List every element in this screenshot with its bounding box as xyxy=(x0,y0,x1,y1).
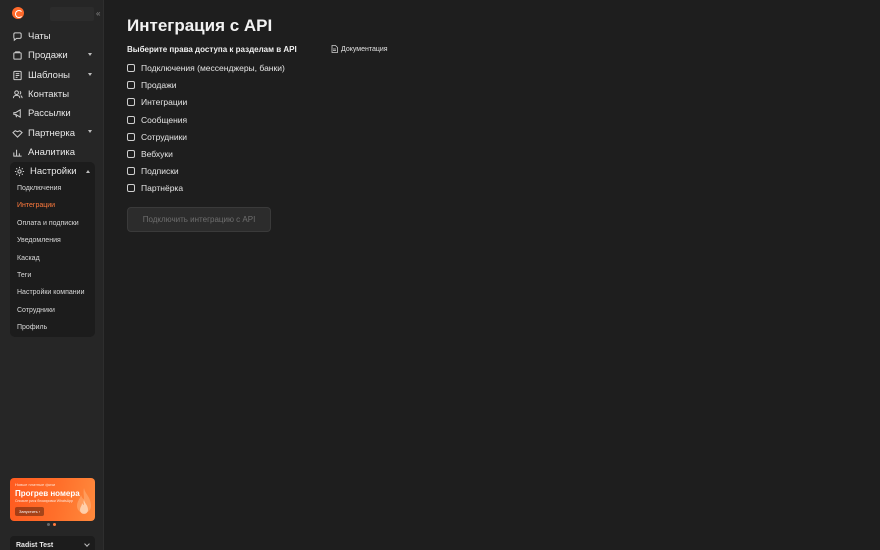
settings-item-connections[interactable]: Подключения xyxy=(17,185,61,192)
sidebar-item-settings[interactable]: Настройки xyxy=(12,162,94,181)
permission-sales[interactable]: Продажи xyxy=(127,79,177,91)
permission-label: Сообщения xyxy=(141,114,188,125)
settings-item-billing[interactable]: Оплата и подписки xyxy=(17,220,79,227)
document-icon xyxy=(331,45,338,53)
sidebar: « Чаты Продажи Шаблоны Контакты Рассылки… xyxy=(0,0,104,550)
page-title: Интеграция с API xyxy=(127,16,273,35)
chevron-down-icon xyxy=(88,72,92,76)
permission-label: Вебхуки xyxy=(141,149,173,159)
sidebar-item-label: Партнерка xyxy=(28,127,75,139)
permission-label: Партнёрка xyxy=(141,183,184,194)
settings-item-notifications[interactable]: Уведомления xyxy=(17,237,61,244)
permission-messages[interactable]: Сообщения xyxy=(127,114,187,126)
promo-title: Прогрев номера xyxy=(15,489,80,498)
settings-item-cascade[interactable]: Каскад xyxy=(17,255,40,262)
settings-item-company[interactable]: Настройки компании xyxy=(17,289,84,296)
workspace-name-placeholder xyxy=(50,7,94,21)
checkbox[interactable] xyxy=(127,167,135,176)
sidebar-item-label: Шаблоны xyxy=(28,69,71,81)
flame-icon xyxy=(77,488,91,514)
chevron-down-icon xyxy=(88,53,92,57)
promo-pagination xyxy=(47,523,56,526)
settings-submenu: Настройки Подключения Интеграции Оплата … xyxy=(10,162,95,337)
settings-item-employees[interactable]: Сотрудники xyxy=(17,307,55,314)
main-content: Интеграция с API Выберите права доступа … xyxy=(105,0,880,550)
sidebar-item-label: Настройки xyxy=(30,166,77,177)
permission-webhooks[interactable]: Вебхуки xyxy=(127,148,173,160)
checkbox[interactable] xyxy=(127,132,135,141)
handshake-icon xyxy=(12,128,23,139)
settings-item-tags[interactable]: Теги xyxy=(17,272,31,279)
account-name: Radist Test xyxy=(16,542,54,549)
checkbox[interactable] xyxy=(127,98,135,107)
logo-row: « xyxy=(10,7,102,21)
permission-employees[interactable]: Сотрудники xyxy=(127,131,187,143)
permission-label: Подключения (мессенджеры, банки) xyxy=(141,63,285,73)
permission-connections[interactable]: Подключения (мессенджеры, банки) xyxy=(127,62,285,74)
chat-icon xyxy=(12,31,23,42)
checkbox[interactable] xyxy=(127,64,135,72)
chevron-up-icon xyxy=(86,170,90,173)
promo-subtitle: Снизьте риск блокировки WhatsApp xyxy=(15,499,73,503)
gear-icon xyxy=(14,166,25,177)
sidebar-item-label: Аналитика xyxy=(28,146,76,158)
cart-icon xyxy=(12,50,23,61)
logo-icon[interactable] xyxy=(12,7,24,19)
promo-dot-active[interactable] xyxy=(53,523,56,526)
permission-partners[interactable]: Партнёрка xyxy=(127,182,183,194)
permission-integrations[interactable]: Интеграции xyxy=(127,96,187,108)
chevron-down-icon xyxy=(88,130,92,134)
chevron-down-icon xyxy=(84,541,90,547)
sidebar-item-mailings[interactable]: Рассылки xyxy=(8,104,96,123)
account-switcher[interactable]: Radist Test xyxy=(10,536,95,550)
contacts-icon xyxy=(12,89,23,100)
promo-launch-label: Запустить xyxy=(19,509,38,514)
checkbox[interactable] xyxy=(127,115,135,124)
sidebar-item-contacts[interactable]: Контакты xyxy=(8,85,96,104)
checkbox[interactable] xyxy=(127,184,135,193)
sidebar-item-sales[interactable]: Продажи xyxy=(8,46,96,65)
template-icon xyxy=(12,70,23,81)
settings-item-integrations[interactable]: Интеграции xyxy=(17,202,55,209)
promo-dot[interactable] xyxy=(47,523,50,526)
sidebar-item-templates[interactable]: Шаблоны xyxy=(8,66,96,85)
sidebar-item-analytics[interactable]: Аналитика xyxy=(8,143,96,162)
sidebar-nav: Чаты Продажи Шаблоны Контакты Рассылки П… xyxy=(8,27,96,162)
checkbox[interactable] xyxy=(127,81,135,90)
megaphone-icon xyxy=(12,108,23,119)
sidebar-item-label: Продажи xyxy=(28,50,68,62)
promo-banner[interactable]: Новые платные фичи Прогрев номера Снизьт… xyxy=(10,478,95,521)
documentation-link-label: Документация xyxy=(341,45,388,53)
collapse-icon[interactable]: « xyxy=(96,9,100,18)
permission-label: Интеграции xyxy=(141,97,188,108)
analytics-icon xyxy=(12,147,23,158)
documentation-link[interactable]: Документация xyxy=(331,45,388,53)
permission-label: Сотрудники xyxy=(141,131,188,142)
sidebar-item-label: Контакты xyxy=(28,89,70,101)
sidebar-item-partners[interactable]: Партнерка xyxy=(8,123,96,142)
checkbox[interactable] xyxy=(127,150,135,158)
sidebar-item-label: Рассылки xyxy=(28,108,71,120)
permissions-label: Выберите права доступа к разделам в API xyxy=(127,45,297,54)
permission-label: Продажи xyxy=(141,80,177,91)
permission-subscriptions[interactable]: Подписки xyxy=(127,165,179,177)
promo-tag: Новые платные фичи xyxy=(15,482,56,487)
sidebar-item-label: Чаты xyxy=(28,31,51,43)
settings-item-profile[interactable]: Профиль xyxy=(17,324,47,331)
sidebar-item-chats[interactable]: Чаты xyxy=(8,27,96,46)
promo-launch-button[interactable]: Запустить › xyxy=(15,507,45,516)
connect-api-button[interactable]: Подключить интеграцию с API xyxy=(127,207,271,232)
permission-label: Подписки xyxy=(141,166,179,177)
